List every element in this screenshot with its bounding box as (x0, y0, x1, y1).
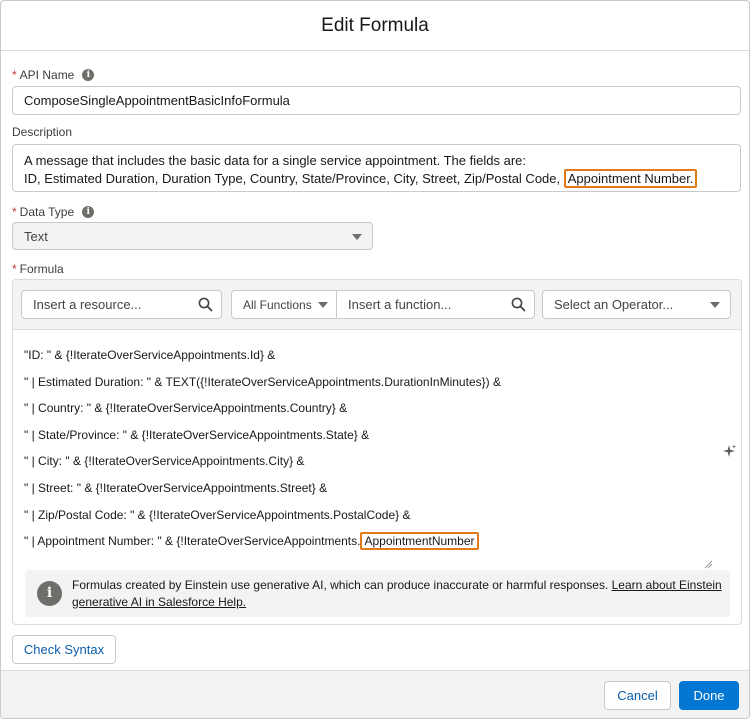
formula-editor: Insert a resource... All Functions Inser… (12, 279, 742, 625)
chevron-down-icon (710, 302, 720, 308)
resource-placeholder: Insert a resource... (33, 297, 142, 312)
info-circle-icon: i (37, 581, 62, 606)
description-textarea[interactable]: A message that includes the basic data f… (12, 144, 741, 192)
formula-toolbar: Insert a resource... All Functions Inser… (13, 280, 741, 330)
done-button[interactable]: Done (679, 681, 739, 710)
notice-message: Formulas created by Einstein use generat… (72, 577, 609, 592)
description-line-1: A message that includes the basic data f… (24, 153, 526, 168)
data-type-select: Text (12, 222, 373, 250)
description-line-2-prefix: ID, Estimated Duration, Duration Type, C… (24, 171, 561, 186)
api-name-label: * API Name i (12, 68, 95, 82)
operator-placeholder: Select an Operator... (554, 297, 674, 312)
modal-title: Edit Formula (321, 14, 429, 36)
description-line-2: ID, Estimated Duration, Duration Type, C… (24, 169, 729, 188)
resource-search-input[interactable]: Insert a resource... (21, 290, 222, 319)
search-icon (198, 297, 213, 312)
info-icon[interactable]: i (82, 69, 95, 81)
data-type-value: Text (24, 228, 48, 244)
functions-select-value: All Functions (243, 297, 312, 312)
formula-line: " | Street: " & {!IterateOverServiceAppo… (24, 480, 328, 495)
modal-footer: Cancel Done (1, 670, 749, 718)
modal-header: Edit Formula (1, 1, 749, 51)
formula-line: " | Appointment Number: " & {!IterateOve… (24, 532, 713, 559)
api-name-value: ComposeSingleAppointmentBasicInfoFormula (24, 93, 290, 108)
description-highlight: Appointment Number. (563, 169, 698, 188)
required-marker: * (12, 68, 17, 82)
operator-select[interactable]: Select an Operator... (542, 290, 731, 319)
chevron-down-icon (352, 234, 362, 240)
functions-select[interactable]: All Functions (231, 290, 337, 319)
formula-label-text: Formula (19, 262, 64, 276)
formula-last-line-prefix: " | Appointment Number: " & {!IterateOve… (24, 534, 361, 549)
chevron-down-icon (318, 302, 328, 308)
formula-line: "ID: " & {!IterateOverServiceAppointment… (24, 348, 276, 362)
data-type-label-text: Data Type (19, 205, 75, 219)
notice-text: Formulas created by Einstein use generat… (72, 577, 730, 611)
formula-line: " | Country: " & {!IterateOverServiceApp… (24, 401, 348, 416)
function-search-input[interactable]: Insert a function... (336, 290, 535, 319)
formula-label: * Formula (12, 262, 64, 276)
api-name-label-text: API Name (19, 68, 75, 82)
description-label: Description (12, 125, 72, 139)
formula-line: " | Zip/Postal Code: " & {!IterateOverSe… (24, 507, 411, 522)
required-marker: * (12, 262, 17, 276)
formula-line: " | State/Province: " & {!IterateOverSer… (24, 427, 370, 442)
einstein-notice: i Formulas created by Einstein use gener… (25, 570, 730, 617)
description-label-text: Description (12, 125, 73, 139)
formula-highlight: AppointmentNumber (360, 532, 479, 551)
formula-line: " | Estimated Duration: " & TEXT({!Itera… (24, 374, 501, 389)
search-icon (511, 297, 526, 312)
info-icon[interactable]: i (82, 206, 95, 218)
check-syntax-button[interactable]: Check Syntax (12, 635, 116, 664)
edit-formula-modal: Edit Formula * API Name i ComposeSingleA… (0, 0, 750, 719)
function-placeholder: Insert a function... (348, 297, 452, 312)
resize-handle[interactable] (703, 557, 713, 569)
cancel-button[interactable]: Cancel (604, 681, 671, 710)
formula-line: " | City: " & {!IterateOverServiceAppoin… (24, 454, 305, 469)
api-name-input[interactable]: ComposeSingleAppointmentBasicInfoFormula (12, 86, 741, 115)
sparkle-icon[interactable] (722, 444, 736, 461)
formula-textarea[interactable]: "ID: " & {!IterateOverServiceAppointment… (13, 332, 713, 566)
required-marker: * (12, 205, 17, 219)
data-type-label: * Data Type i (12, 205, 95, 219)
